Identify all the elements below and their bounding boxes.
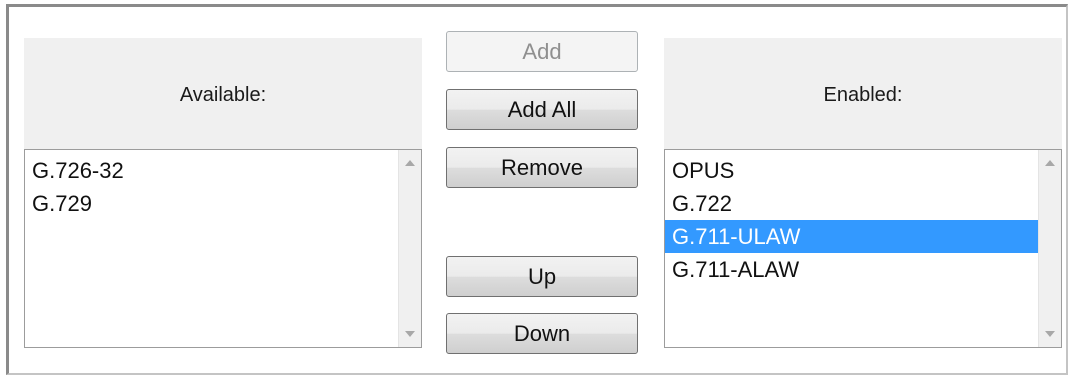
- add-button[interactable]: Add: [446, 31, 638, 72]
- list-item[interactable]: G.726-32: [25, 154, 399, 187]
- enabled-label: Enabled:: [823, 84, 903, 106]
- available-scrollbar[interactable]: [398, 150, 421, 347]
- available-label: Available:: [179, 84, 267, 106]
- down-button[interactable]: Down: [446, 313, 638, 354]
- remove-button[interactable]: Remove: [446, 147, 638, 188]
- scroll-down-arrow-icon[interactable]: [1045, 331, 1055, 337]
- scroll-up-arrow-icon[interactable]: [1045, 160, 1055, 166]
- up-button[interactable]: Up: [446, 256, 638, 297]
- enabled-scrollbar[interactable]: [1038, 150, 1061, 347]
- list-item[interactable]: G.729: [25, 187, 399, 220]
- list-item[interactable]: G.722: [665, 187, 1039, 220]
- enabled-listbox[interactable]: OPUS G.722 G.711-ULAW G.711-ALAW: [664, 149, 1062, 348]
- available-listbox[interactable]: G.726-32 G.729: [24, 149, 422, 348]
- list-item[interactable]: G.711-ALAW: [665, 253, 1039, 286]
- add-all-button[interactable]: Add All: [446, 89, 638, 130]
- scroll-down-arrow-icon[interactable]: [405, 331, 415, 337]
- list-item-selected[interactable]: G.711-ULAW: [665, 220, 1039, 253]
- enabled-panel: Enabled: OPUS G.722 G.711-ULAW G.711-ALA…: [664, 38, 1062, 348]
- list-item[interactable]: OPUS: [665, 154, 1039, 187]
- scroll-up-arrow-icon[interactable]: [405, 160, 415, 166]
- available-panel: Available: G.726-32 G.729: [24, 38, 422, 348]
